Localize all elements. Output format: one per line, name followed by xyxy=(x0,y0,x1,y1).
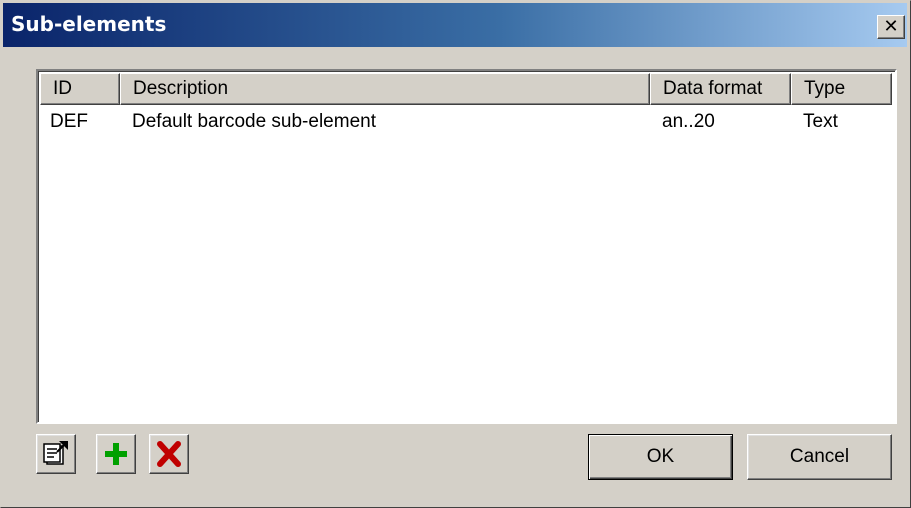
close-button[interactable]: ✕ xyxy=(877,15,905,39)
column-header-type[interactable]: Type xyxy=(791,73,892,105)
cell-type: Text xyxy=(803,111,838,132)
add-icon xyxy=(105,443,127,465)
add-button[interactable] xyxy=(96,434,136,474)
title-bar[interactable]: Sub-elements ✕ xyxy=(3,3,907,47)
column-header-description[interactable]: Description xyxy=(120,73,650,105)
column-header-id[interactable]: ID xyxy=(40,73,120,105)
properties-icon xyxy=(43,441,68,465)
sub-elements-dialog: Sub-elements ✕ ID Description Data forma… xyxy=(0,0,911,508)
column-header-data-format[interactable]: Data format xyxy=(650,73,791,105)
close-icon: ✕ xyxy=(883,16,899,37)
cell-description: Default barcode sub-element xyxy=(132,111,376,132)
dialog-title: Sub-elements xyxy=(11,12,167,36)
cell-id: DEF xyxy=(50,111,88,132)
sub-elements-list[interactable]: ID Description Data format Type DEF Defa… xyxy=(36,69,897,424)
delete-button[interactable] xyxy=(149,434,189,474)
properties-button[interactable] xyxy=(36,434,76,474)
cell-data-format: an..20 xyxy=(662,111,715,132)
table-row[interactable]: DEF Default barcode sub-element an..20 T… xyxy=(40,107,894,137)
delete-icon xyxy=(157,441,181,467)
cancel-button[interactable]: Cancel xyxy=(747,434,892,480)
ok-button[interactable]: OK xyxy=(588,434,733,480)
